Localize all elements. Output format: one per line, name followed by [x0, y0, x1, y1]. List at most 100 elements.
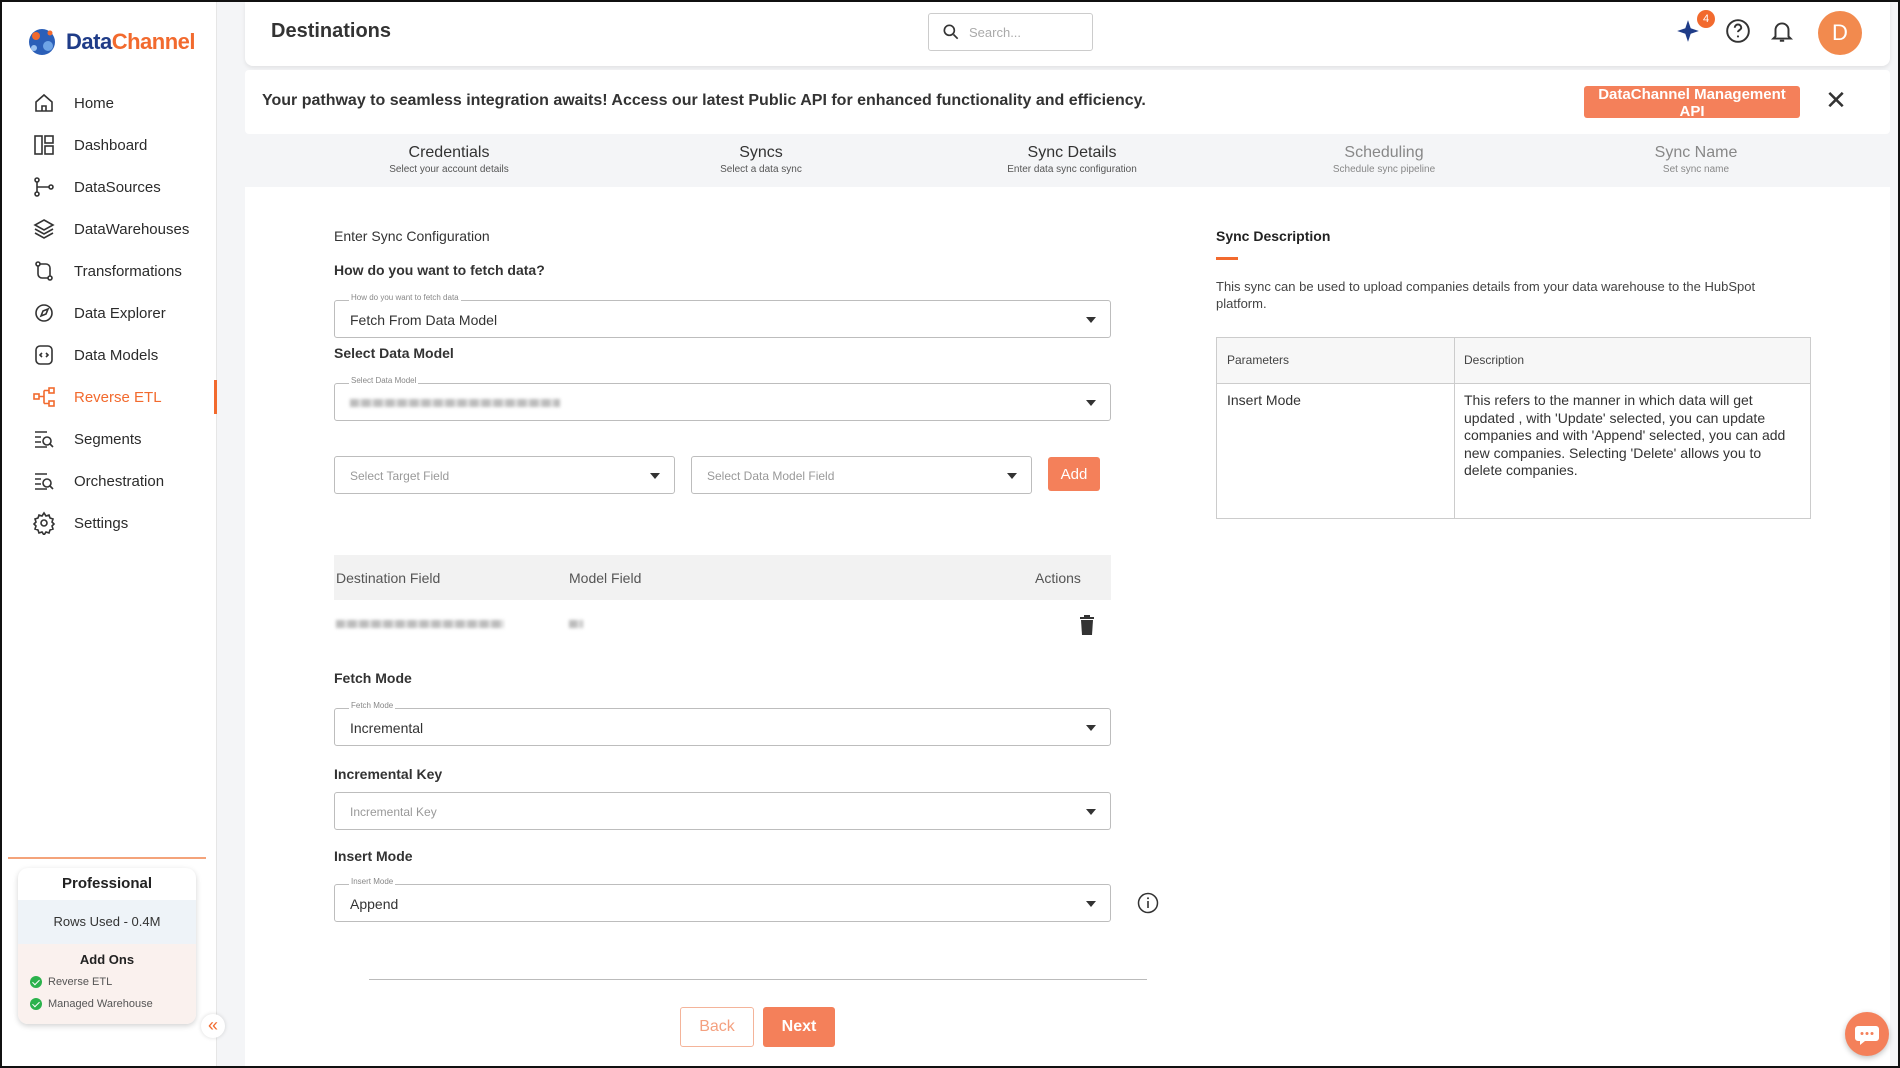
table-row	[334, 600, 1111, 650]
sidebar-item-label: Segments	[74, 430, 142, 448]
insert-mode-select[interactable]: Insert Mode Append	[334, 877, 1111, 922]
avatar[interactable]: D	[1818, 11, 1862, 55]
caret-down-icon	[1086, 400, 1096, 406]
sidebar-item-dashboard[interactable]: Dashboard	[2, 124, 217, 166]
check-circle-icon	[30, 998, 42, 1010]
sidebar-item-orchestration[interactable]: Orchestration	[2, 460, 217, 502]
explorer-icon	[35, 304, 53, 322]
data-model-icon	[35, 345, 53, 365]
select-model-label: Select Data Model	[334, 345, 454, 361]
sync-description-text: This sync can be used to upload companie…	[1216, 279, 1756, 311]
gear-icon	[32, 511, 56, 535]
step-subtitle: Set sync name	[1662, 164, 1730, 175]
sidebar-item-reverse-etl[interactable]: Reverse ETL	[2, 376, 217, 418]
sidebar-item-segments[interactable]: Segments	[2, 418, 217, 460]
chat-icon	[1855, 1026, 1879, 1045]
divider	[369, 979, 1147, 980]
info-icon[interactable]	[1137, 892, 1159, 914]
layers-icon	[33, 219, 55, 239]
add-mapping-button[interactable]: Add	[1048, 457, 1100, 491]
sidebar-item-label: Data Explorer	[74, 304, 166, 322]
close-icon[interactable]: ✕	[1822, 87, 1850, 116]
logo-icon	[29, 29, 55, 55]
search-input[interactable]	[969, 24, 1079, 40]
sidebar-item-label: Transformations	[74, 262, 182, 280]
sidebar-item-label: Home	[74, 94, 115, 112]
field-value: Fetch From Data Model	[350, 312, 498, 328]
row-divider	[1217, 383, 1810, 384]
collapse-sidebar-icon[interactable]: «	[201, 1014, 225, 1038]
field-placeholder: Select Target Field	[350, 469, 450, 483]
addon-item: Managed Warehouse	[18, 993, 196, 1015]
step-title: Syncs	[739, 144, 783, 161]
announcement-banner: Your pathway to seamless integration awa…	[245, 70, 1890, 134]
chat-support-button[interactable]	[1845, 1012, 1889, 1056]
sidebar-item-datasources[interactable]: DataSources	[2, 166, 217, 208]
management-api-button[interactable]: DataChannel Management API	[1584, 86, 1800, 120]
column-header: Model Field	[569, 569, 642, 586]
step-credentials[interactable]: Credentials Select your account details	[389, 144, 509, 175]
step-sync-name[interactable]: Sync Name Set sync name	[1655, 144, 1738, 175]
sidebar-item-label: DataSources	[74, 178, 161, 196]
main-content: Enter Sync Configuration How do you want…	[245, 187, 1890, 1066]
dashboard-icon	[34, 135, 54, 155]
fetch-method-select[interactable]: How do you want to fetch data Fetch From…	[334, 293, 1111, 338]
sidebar-item-home[interactable]: Home	[2, 82, 217, 124]
data-model-select[interactable]: Select Data Model	[334, 376, 1111, 421]
step-sync-details[interactable]: Sync Details Enter data sync configurati…	[1007, 144, 1137, 175]
fetch-mode-label: Fetch Mode	[334, 670, 412, 686]
field-legend: Fetch Mode	[349, 701, 396, 710]
sidebar: DataChannel Home Dashboard DataSources D…	[2, 2, 225, 1066]
step-title: Credentials	[408, 144, 490, 161]
brand-logo[interactable]: DataChannel	[24, 24, 195, 60]
step-title: Scheduling	[1344, 144, 1424, 161]
sidebar-item-settings[interactable]: Settings	[2, 502, 217, 544]
target-field-select[interactable]: Select Target Field	[334, 456, 675, 494]
sidebar-item-label: DataWarehouses	[74, 220, 190, 238]
sidebar-item-transformations[interactable]: Transformations	[2, 250, 217, 292]
brand-name: DataChannel	[66, 29, 195, 54]
bell-icon[interactable]	[1769, 18, 1795, 44]
incremental-key-select[interactable]: Incremental Key	[334, 792, 1111, 830]
column-divider	[1454, 338, 1455, 518]
fetch-mode-select[interactable]: Fetch Mode Incremental	[334, 701, 1111, 746]
fetch-question-label: How do you want to fetch data?	[334, 262, 545, 278]
sidebar-item-label: Dashboard	[74, 136, 148, 154]
field-legend: How do you want to fetch data	[349, 293, 461, 302]
trash-icon[interactable]	[1079, 615, 1095, 635]
step-syncs[interactable]: Syncs Select a data sync	[720, 144, 802, 175]
next-button[interactable]: Next	[763, 1007, 835, 1047]
notification-badge: 4	[1697, 10, 1715, 28]
sidebar-item-data-models[interactable]: Data Models	[2, 334, 217, 376]
model-field-select[interactable]: Select Data Model Field	[691, 456, 1032, 494]
field-legend: Select Data Model	[349, 376, 419, 385]
step-subtitle: Schedule sync pipeline	[1332, 164, 1436, 175]
sidebar-nav: Home Dashboard DataSources DataWarehouse…	[2, 82, 217, 544]
sidebar-item-label: Reverse ETL	[74, 388, 162, 406]
home-icon	[35, 93, 53, 112]
column-header: Description	[1464, 353, 1525, 367]
table-header: Destination Field Model Field Actions	[334, 555, 1111, 600]
plan-card: Professional Rows Used - 0.4M Add Ons Re…	[18, 868, 196, 1024]
sidebar-item-data-explorer[interactable]: Data Explorer	[2, 292, 217, 334]
section-title: Enter Sync Configuration	[334, 228, 490, 244]
parameter-name: Insert Mode	[1227, 392, 1301, 408]
segments-icon	[35, 431, 54, 448]
step-subtitle: Select your account details	[389, 164, 509, 175]
parameters-table: Parameters Description Insert Mode This …	[1216, 337, 1811, 519]
caret-down-icon	[1007, 473, 1017, 479]
step-subtitle: Enter data sync configuration	[1007, 164, 1137, 175]
addon-label: Reverse ETL	[48, 976, 113, 988]
field-mapping-table: Destination Field Model Field Actions	[334, 555, 1111, 650]
field-legend: Insert Mode	[349, 877, 396, 886]
incremental-key-label: Incremental Key	[334, 766, 443, 782]
column-header: Parameters	[1227, 353, 1290, 367]
field-value: Append	[350, 896, 399, 912]
step-title: Sync Details	[1027, 144, 1117, 161]
search-box[interactable]	[928, 13, 1093, 51]
wizard-stepper: Credentials Select your account details …	[245, 136, 1890, 186]
sidebar-item-datawarehouses[interactable]: DataWarehouses	[2, 208, 217, 250]
help-icon[interactable]	[1725, 18, 1751, 44]
back-button[interactable]: Back	[680, 1007, 754, 1047]
step-scheduling[interactable]: Scheduling Schedule sync pipeline	[1333, 144, 1435, 175]
